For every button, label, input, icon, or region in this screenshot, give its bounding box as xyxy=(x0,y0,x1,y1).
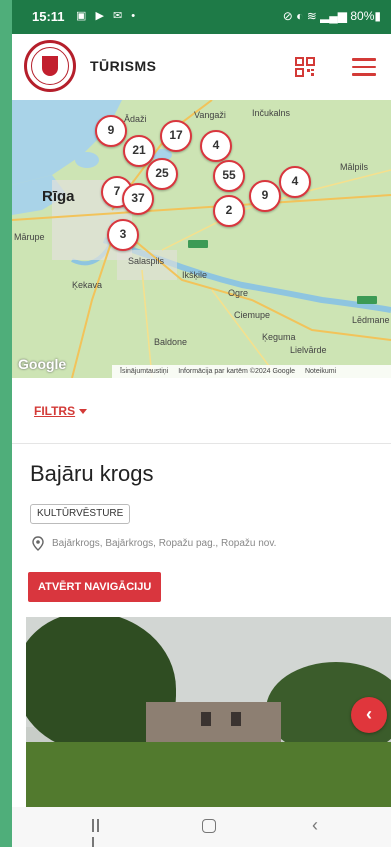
menu-bar xyxy=(352,65,376,68)
map-label-malpils: Mālpils xyxy=(340,162,369,172)
map-label-salaspils: Salaspils xyxy=(128,256,165,266)
map-label-lielvarde: Lielvārde xyxy=(290,345,327,355)
back-arrow-button[interactable]: ‹ xyxy=(351,697,387,733)
place-title: Bajāru krogs xyxy=(30,461,154,486)
place-photo xyxy=(26,617,391,807)
recent-apps-icon[interactable] xyxy=(92,819,106,847)
status-indicators: ⊘ ◐ ≋ ▂▄▆ 80%▮ xyxy=(282,9,381,23)
photo-ruin-window xyxy=(231,712,241,726)
map-label-ogre: Ogre xyxy=(228,288,249,298)
map-cluster[interactable]: 4 xyxy=(200,130,232,162)
map-label-ciemupe: Ciemupe xyxy=(234,310,271,320)
system-navbar: ‹ xyxy=(12,807,391,847)
app-header: TŪRISMS xyxy=(12,34,391,100)
google-logo: Google xyxy=(18,356,67,372)
map-view[interactable]: Rīga Ādaži Vangaži Inčukalns Mālpils Mār… xyxy=(12,100,391,378)
category-badge[interactable]: KULTŪRVĒSTURE xyxy=(30,504,131,524)
map-cluster[interactable]: 3 xyxy=(107,219,139,251)
map-label-ikskile: Ikšķile xyxy=(182,270,208,280)
terms-link[interactable]: Noteikumi xyxy=(305,368,336,375)
map-cluster[interactable]: 2 xyxy=(213,195,245,227)
recent-bar xyxy=(92,837,94,847)
open-navigation-button[interactable]: ATVĒRT NAVIGĀCIJU xyxy=(28,572,162,602)
place-card: Bajāru krogs KULTŪRVĒSTURE Bajārkrogs, B… xyxy=(12,444,391,807)
status-time: 15:11 xyxy=(32,9,65,24)
hamburger-menu-icon[interactable] xyxy=(352,58,376,76)
map-label-riga: Rīga xyxy=(42,188,75,205)
filter-label: FILTRS xyxy=(34,404,76,418)
status-bar: 15:11 ▣ ▶ ✉ • ⊘ ◐ ≋ ▂▄▆ 80%▮ xyxy=(12,0,391,34)
photo-ruin-window xyxy=(201,712,211,726)
map-cluster[interactable]: 9 xyxy=(95,115,127,147)
location-pin-icon xyxy=(32,536,44,551)
map-label-kekava: Ķekava xyxy=(72,280,103,290)
place-address: Bajārkrogs, Bajārkrogs, Ropažu pag., Rop… xyxy=(52,538,277,549)
map-cluster[interactable]: 25 xyxy=(146,158,178,190)
filter-dropdown[interactable]: FILTRS xyxy=(34,404,88,418)
map-label-marupe: Mārupe xyxy=(14,232,45,242)
map-data-link[interactable]: Informācija par kartēm ©2024 Google xyxy=(178,368,295,375)
home-icon[interactable] xyxy=(202,819,216,833)
menu-bar xyxy=(352,73,376,76)
qr-code-icon[interactable] xyxy=(295,57,315,77)
recent-bar xyxy=(92,819,94,832)
map-attribution: Īsinājumtaustiņi Informācija par kartēm … xyxy=(112,365,391,378)
back-icon[interactable]: ‹ xyxy=(312,815,318,836)
municipality-logo[interactable] xyxy=(24,40,76,92)
caret-down-icon xyxy=(79,409,88,415)
page-title: TŪRISMS xyxy=(90,58,157,74)
map-cluster[interactable]: 37 xyxy=(122,183,154,215)
map-cluster[interactable]: 9 xyxy=(249,180,281,212)
map-cluster[interactable]: 55 xyxy=(213,160,245,192)
map-label-baldone: Baldone xyxy=(154,337,188,347)
menu-bar xyxy=(352,58,376,61)
photo-grass xyxy=(26,742,391,807)
phone-screen: 15:11 ▣ ▶ ✉ • ⊘ ◐ ≋ ▂▄▆ 80%▮ TŪRISMS Rīg… xyxy=(12,0,391,847)
notification-icons: ▣ ▶ ✉ • xyxy=(76,10,139,22)
map-cluster[interactable]: 17 xyxy=(160,120,192,152)
map-label-ledmane: Lēdmane xyxy=(352,315,390,325)
map-label-keguma: Ķeguma xyxy=(262,332,296,342)
map-label-vangazi: Vangaži xyxy=(194,110,226,120)
recent-bar xyxy=(97,819,99,832)
map-label-incukalns: Inčukalns xyxy=(252,108,291,118)
coat-of-arms-icon xyxy=(42,56,58,76)
map-label-adazi: Ādaži xyxy=(124,114,147,124)
map-cluster[interactable]: 4 xyxy=(279,166,311,198)
keyboard-shortcuts-link[interactable]: Īsinājumtaustiņi xyxy=(120,368,168,375)
filter-bar: FILTRS xyxy=(12,378,391,444)
